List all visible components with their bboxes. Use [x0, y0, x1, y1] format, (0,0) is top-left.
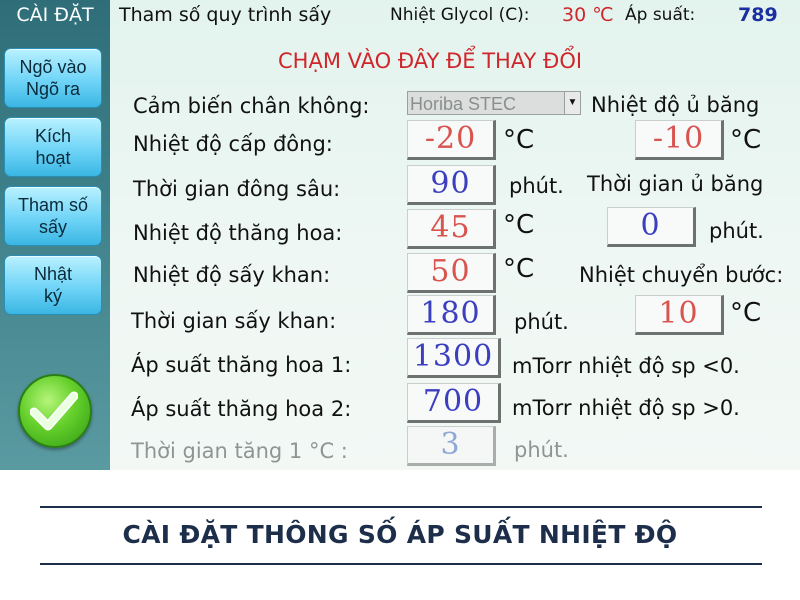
sub-pressure-2-label: Áp suất thăng hoa 2:: [131, 397, 352, 421]
check-icon: [30, 391, 78, 431]
sidebar: CÀI ĐẶT Ngõ vào Ngõ ra Kích hoạt Tham số…: [0, 0, 110, 470]
caption-rule-bottom: [40, 563, 762, 565]
freeze-temp-field[interactable]: -20: [407, 120, 496, 160]
vacuum-sensor-select[interactable]: Horiba STEC ▼: [407, 91, 581, 115]
caption-title: CÀI ĐẶT THÔNG SỐ ÁP SUẤT NHIỆT ĐỘ: [122, 520, 678, 549]
ice-time-unit: phút.: [709, 219, 764, 243]
touch-to-change[interactable]: CHẠM VÀO ĐÂY ĐỂ THAY ĐỔI: [278, 49, 582, 73]
deep-freeze-time-label: Thời gian đông sâu:: [133, 177, 341, 201]
vacuum-sensor-value: Horiba STEC: [410, 94, 517, 114]
chevron-down-icon[interactable]: ▼: [564, 92, 580, 114]
sub-pressure-1-unit: mTorr nhiệt độ sp <0.: [512, 354, 740, 378]
sub-pressure-2-field[interactable]: 700: [407, 383, 501, 423]
activate-button[interactable]: Kích hoạt: [4, 117, 102, 177]
sub-pressure-1-field[interactable]: 1300: [407, 338, 501, 378]
deep-freeze-time-unit: phút.: [509, 174, 564, 198]
dry-time-label: Thời gian sấy khan:: [131, 309, 337, 333]
step-temp-field[interactable]: 10: [635, 295, 724, 335]
hmi-screen: CÀI ĐẶT Ngõ vào Ngõ ra Kích hoạt Tham số…: [0, 0, 800, 470]
sublimation-temp-unit: °C: [503, 210, 535, 240]
dry-params-button[interactable]: Tham số sấy: [4, 186, 102, 246]
sub-pressure-2-unit: mTorr nhiệt độ sp >0.: [512, 396, 740, 420]
sublimation-temp-field[interactable]: 45: [407, 209, 496, 249]
dry-temp-unit: °C: [503, 254, 535, 284]
sidebar-title: CÀI ĐẶT: [16, 4, 94, 26]
sublimation-temp-label: Nhiệt độ thăng hoa:: [133, 221, 343, 245]
io-button[interactable]: Ngõ vào Ngõ ra: [4, 48, 102, 108]
ice-time-field[interactable]: 0: [607, 207, 696, 247]
pressure-label: Áp suất:: [625, 5, 696, 25]
dry-time-unit: phút.: [514, 310, 569, 334]
step-temp-label: Nhiệt chuyển bước:: [579, 263, 784, 287]
ramp-time-field[interactable]: 3: [407, 426, 496, 466]
freeze-temp-label: Nhiệt độ cấp đông:: [133, 132, 333, 156]
ice-temp-field[interactable]: -10: [635, 120, 724, 160]
glycol-value: 30 ℃: [562, 4, 614, 26]
step-temp-unit: °C: [730, 298, 762, 328]
dry-temp-field[interactable]: 50: [407, 253, 496, 293]
ramp-time-label: Thời gian tăng 1 °C :: [131, 439, 348, 463]
caption-rule-top: [40, 506, 762, 508]
pressure-value: 789: [738, 4, 778, 26]
ice-temp-label: Nhiệt độ ủ băng: [591, 93, 760, 117]
ramp-time-unit: phút.: [514, 438, 569, 462]
dry-time-field[interactable]: 180: [407, 295, 496, 335]
dry-temp-label: Nhiệt độ sấy khan:: [133, 263, 331, 287]
log-button[interactable]: Nhật ký: [4, 255, 102, 315]
freeze-temp-unit: °C: [503, 125, 535, 155]
confirm-button[interactable]: [18, 374, 92, 448]
glycol-label: Nhiệt Glycol (C):: [390, 5, 530, 25]
ice-temp-unit: °C: [730, 125, 762, 155]
deep-freeze-time-field[interactable]: 90: [407, 165, 496, 205]
sub-pressure-1-label: Áp suất thăng hoa 1:: [131, 353, 352, 377]
ice-time-label: Thời gian ủ băng: [587, 172, 764, 196]
vacuum-sensor-label: Cảm biến chân không:: [133, 94, 370, 118]
screen-title: Tham số quy trình sấy: [119, 4, 332, 26]
